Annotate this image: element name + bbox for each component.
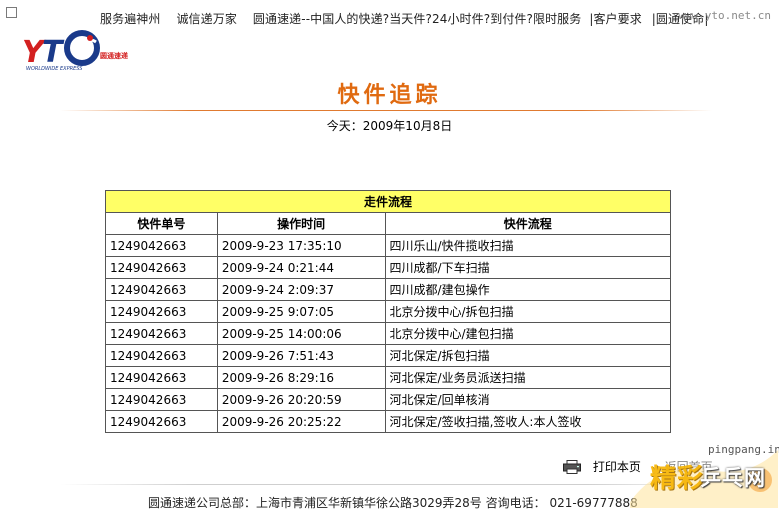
logo-cn: 圆通速递 xyxy=(100,51,129,60)
cell-waybill: 1249042663 xyxy=(105,256,218,279)
watermark-url: pingpang.info xyxy=(708,443,779,456)
cell-process: 四川成都/建包操作 xyxy=(384,278,672,301)
cell-process: 河北保定/签收扫描,签收人:本人签收 xyxy=(384,410,672,433)
cell-time: 2009-9-24 2:09:37 xyxy=(216,278,386,301)
slogan-2: 诚信递万家 xyxy=(176,12,237,26)
table-row: 1249042663 2009-9-26 20:20:59 河北保定/回单核消 xyxy=(105,388,672,411)
cell-time: 2009-9-26 8:29:16 xyxy=(216,366,386,389)
cell-process: 四川成都/下车扫描 xyxy=(384,256,672,279)
table-row: 1249042663 2009-9-26 20:25:22 河北保定/签收扫描,签收… xyxy=(105,410,672,433)
cell-time: 2009-9-23 17:35:10 xyxy=(216,234,386,257)
cell-process: 北京分拨中心/建包扫描 xyxy=(384,322,672,345)
cell-waybill: 1249042663 xyxy=(105,410,218,433)
cell-waybill: 1249042663 xyxy=(105,278,218,301)
table-caption: 走件流程 xyxy=(105,190,671,213)
table-row: 1249042663 2009-9-23 17:35:10 四川乐山/快件揽收扫描 xyxy=(105,234,672,257)
table-row: 1249042663 2009-9-26 7:51:43 河北保定/拆包扫描 xyxy=(105,344,672,367)
cell-process: 四川乐山/快件揽收扫描 xyxy=(384,234,672,257)
cell-process: 北京分拨中心/拆包扫描 xyxy=(384,300,672,323)
cell-process: 河北保定/拆包扫描 xyxy=(384,344,672,367)
page-title: 快件追踪 xyxy=(337,83,442,108)
watermark-text-1: 精彩 xyxy=(650,464,705,494)
cell-waybill: 1249042663 xyxy=(105,300,218,323)
logo-tagline: WORLDWIDE EXPRESS xyxy=(26,66,83,72)
site-url: www.yto.net.cn xyxy=(678,9,771,22)
cell-waybill: 1249042663 xyxy=(105,366,218,389)
slogan-3: 圆通速递--中国人的快递?当天件?24小时件?到付件?限时服务 xyxy=(252,12,582,26)
today-date: 今天：2009年10月8日 xyxy=(326,119,453,133)
table-row: 1249042663 2009-9-25 14:00:06 北京分拨中心/建包扫描 xyxy=(105,322,672,345)
top-nav: 服务遍神州 诚信递万家 圆通速递--中国人的快递?当天件?24小时件?到付件?限… xyxy=(100,10,708,27)
column-header-waybill: 快件单号 xyxy=(105,212,218,235)
page-checkbox[interactable] xyxy=(6,7,17,18)
tracking-table: 走件流程 快件单号 操作时间 快件流程 1249042663 2009-9-23 … xyxy=(105,190,672,433)
watermark-text-2: 乒乓网 xyxy=(700,466,766,490)
table-row: 1249042663 2009-9-24 2:09:37 四川成都/建包操作 xyxy=(105,278,672,301)
footer-address: 圆通速递公司总部：上海市青浦区华新镇华徐公路3029弄28号 咨询电话： 021… xyxy=(148,496,638,510)
nav-link-customer-requirements[interactable]: |客户要求 xyxy=(589,12,642,26)
cell-process: 河北保定/回单核消 xyxy=(384,388,672,411)
cell-time: 2009-9-25 14:00:06 xyxy=(216,322,386,345)
cell-time: 2009-9-25 9:07:05 xyxy=(216,300,386,323)
cell-waybill: 1249042663 xyxy=(105,344,218,367)
cell-waybill: 1249042663 xyxy=(105,388,218,411)
cell-time: 2009-9-26 20:20:59 xyxy=(216,388,386,411)
cell-time: 2009-9-24 0:21:44 xyxy=(216,256,386,279)
column-header-time: 操作时间 xyxy=(216,212,386,235)
cell-time: 2009-9-26 7:51:43 xyxy=(216,344,386,367)
table-row: 1249042663 2009-9-25 9:07:05 北京分拨中心/拆包扫描 xyxy=(105,300,672,323)
printer-icon[interactable] xyxy=(563,459,581,474)
cell-process: 河北保定/业务员派送扫描 xyxy=(384,366,672,389)
table-row: 1249042663 2009-9-26 8:29:16 河北保定/业务员派送扫描 xyxy=(105,366,672,389)
logo-t-letter: T xyxy=(42,35,65,70)
table-row: 1249042663 2009-9-24 0:21:44 四川成都/下车扫描 xyxy=(105,256,672,279)
column-header-process: 快件流程 xyxy=(384,212,672,235)
cell-waybill: 1249042663 xyxy=(105,322,218,345)
cell-time: 2009-9-26 20:25:22 xyxy=(216,410,386,433)
cell-waybill: 1249042663 xyxy=(105,234,218,257)
company-logo[interactable]: Y T WORLDWIDE EXPRESS 圆通速递 xyxy=(20,24,132,74)
title-divider xyxy=(60,110,712,111)
